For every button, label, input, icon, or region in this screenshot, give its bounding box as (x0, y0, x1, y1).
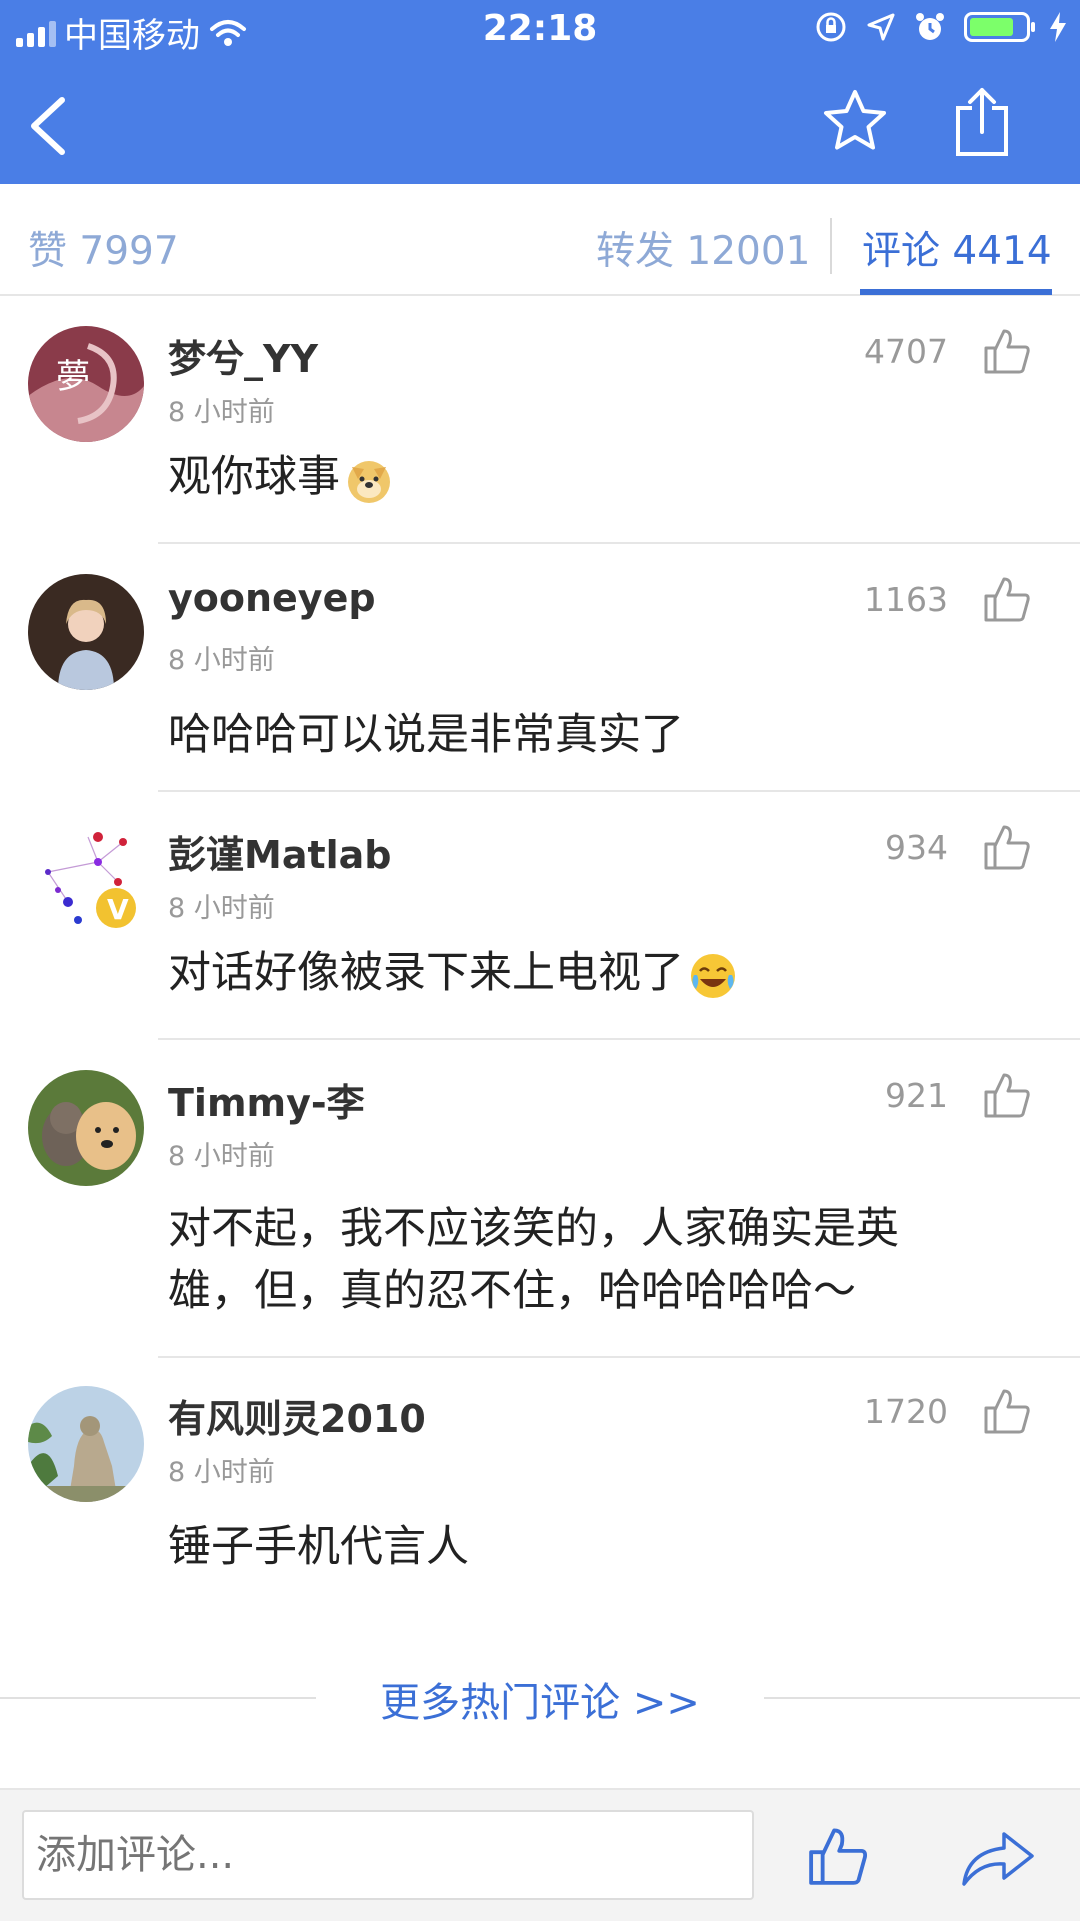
avatar[interactable] (28, 574, 144, 690)
verified-badge: V (107, 893, 129, 926)
avatar[interactable]: V (28, 822, 144, 938)
avatar[interactable] (28, 1386, 144, 1502)
doge-emoji-icon (348, 460, 390, 503)
comment-text: 对话好像被录下来上电视了 (168, 942, 1018, 1004)
forward-icon[interactable] (960, 1828, 1036, 1888)
comment-like-count: 921 (885, 1076, 948, 1115)
alarm-icon (916, 13, 944, 40)
avatar[interactable]: 夢 (28, 326, 144, 442)
comment-like-count: 934 (885, 828, 948, 867)
comment-author[interactable]: 有风则灵2010 (168, 1388, 426, 1443)
stats-tabs: 赞 7997 转发 12001 评论 4414 (0, 184, 1080, 296)
charging-icon (1050, 12, 1066, 42)
comment-text: 哈哈哈可以说是非常真实了 (168, 710, 684, 760)
more-comments-link[interactable]: 更多热门评论 >> (0, 1670, 1080, 1728)
comment-text: 锤子手机代言人 (168, 1522, 469, 1572)
location-icon (867, 13, 895, 41)
status-right-icons (814, 10, 1068, 44)
comment-like-count: 1163 (864, 580, 948, 619)
bottom-bar (0, 1788, 1080, 1921)
more-divider-right (764, 1697, 1080, 1699)
comment-input[interactable] (22, 1810, 754, 1900)
status-bar: 中国移动 22:18 (0, 0, 1080, 60)
laugh-cry-emoji-icon (691, 953, 735, 998)
tab-separator (830, 218, 832, 274)
avatar[interactable] (28, 1070, 144, 1186)
svg-text:夢: 夢 (56, 357, 90, 397)
comment-text-content: 对话好像被录下来上电视了 (168, 948, 684, 998)
comment-time: 8 小时前 (168, 397, 275, 428)
comment-time: 8 小时前 (168, 893, 275, 924)
comment-text-content: 观你球事 (168, 452, 340, 502)
share-icon[interactable] (952, 86, 1012, 158)
thumbs-up-icon[interactable] (982, 1386, 1032, 1436)
thumbs-up-icon[interactable] (982, 574, 1032, 624)
tab-comments[interactable]: 评论 4414 (862, 220, 1052, 276)
comment-item: 夢 梦兮_YY 8 小时前 观你球事 4707 (0, 296, 1080, 544)
thumbs-up-icon[interactable] (806, 1824, 870, 1888)
orientation-lock-icon (816, 12, 846, 42)
thumbs-up-icon[interactable] (982, 1070, 1032, 1120)
comment-text-line: 雄，但，真的忍不住，哈哈哈哈哈～ (168, 1266, 856, 1316)
comment-author[interactable]: 梦兮_YY (168, 328, 318, 383)
comment-item: 有风则灵2010 8 小时前 锤子手机代言人 1720 (0, 1358, 1080, 1608)
comment-text: 对不起，我不应该笑的，人家确实是英 雄，但，真的忍不住，哈哈哈哈哈～ (168, 1198, 1018, 1322)
top-header: 中国移动 22:18 (0, 0, 1080, 184)
comment-like-count: 4707 (864, 332, 948, 371)
comment-text-line: 对不起，我不应该笑的，人家确实是英 (168, 1204, 899, 1254)
comment-author[interactable]: 彭谨Matlab (168, 824, 392, 879)
comment-time: 8 小时前 (168, 1457, 275, 1488)
comment-item: V 彭谨Matlab 8 小时前 对话好像被录下来上电视了 934 (0, 792, 1080, 1040)
comment-time: 8 小时前 (168, 1141, 275, 1172)
back-icon[interactable] (18, 90, 78, 160)
comment-author[interactable]: yooneyep (168, 576, 376, 620)
tab-reposts[interactable]: 转发 12001 (596, 220, 810, 276)
thumbs-up-icon[interactable] (982, 822, 1032, 872)
comment-item: yooneyep 8 小时前 哈哈哈可以说是非常真实了 1163 (0, 544, 1080, 792)
comment-like-count: 1720 (864, 1392, 948, 1431)
thumbs-up-icon[interactable] (982, 326, 1032, 376)
nav-bar (0, 84, 1080, 184)
battery-icon (964, 12, 1035, 42)
comment-text: 观你球事 (168, 446, 1018, 508)
star-icon[interactable] (822, 88, 888, 154)
active-tab-indicator (860, 289, 1052, 295)
comment-time: 8 小时前 (168, 645, 275, 676)
comment-item: Timmy-李 8 小时前 对不起，我不应该笑的，人家确实是英 雄，但，真的忍不… (0, 1040, 1080, 1358)
tab-likes[interactable]: 赞 7997 (28, 220, 179, 276)
comment-author[interactable]: Timmy-李 (168, 1072, 365, 1127)
